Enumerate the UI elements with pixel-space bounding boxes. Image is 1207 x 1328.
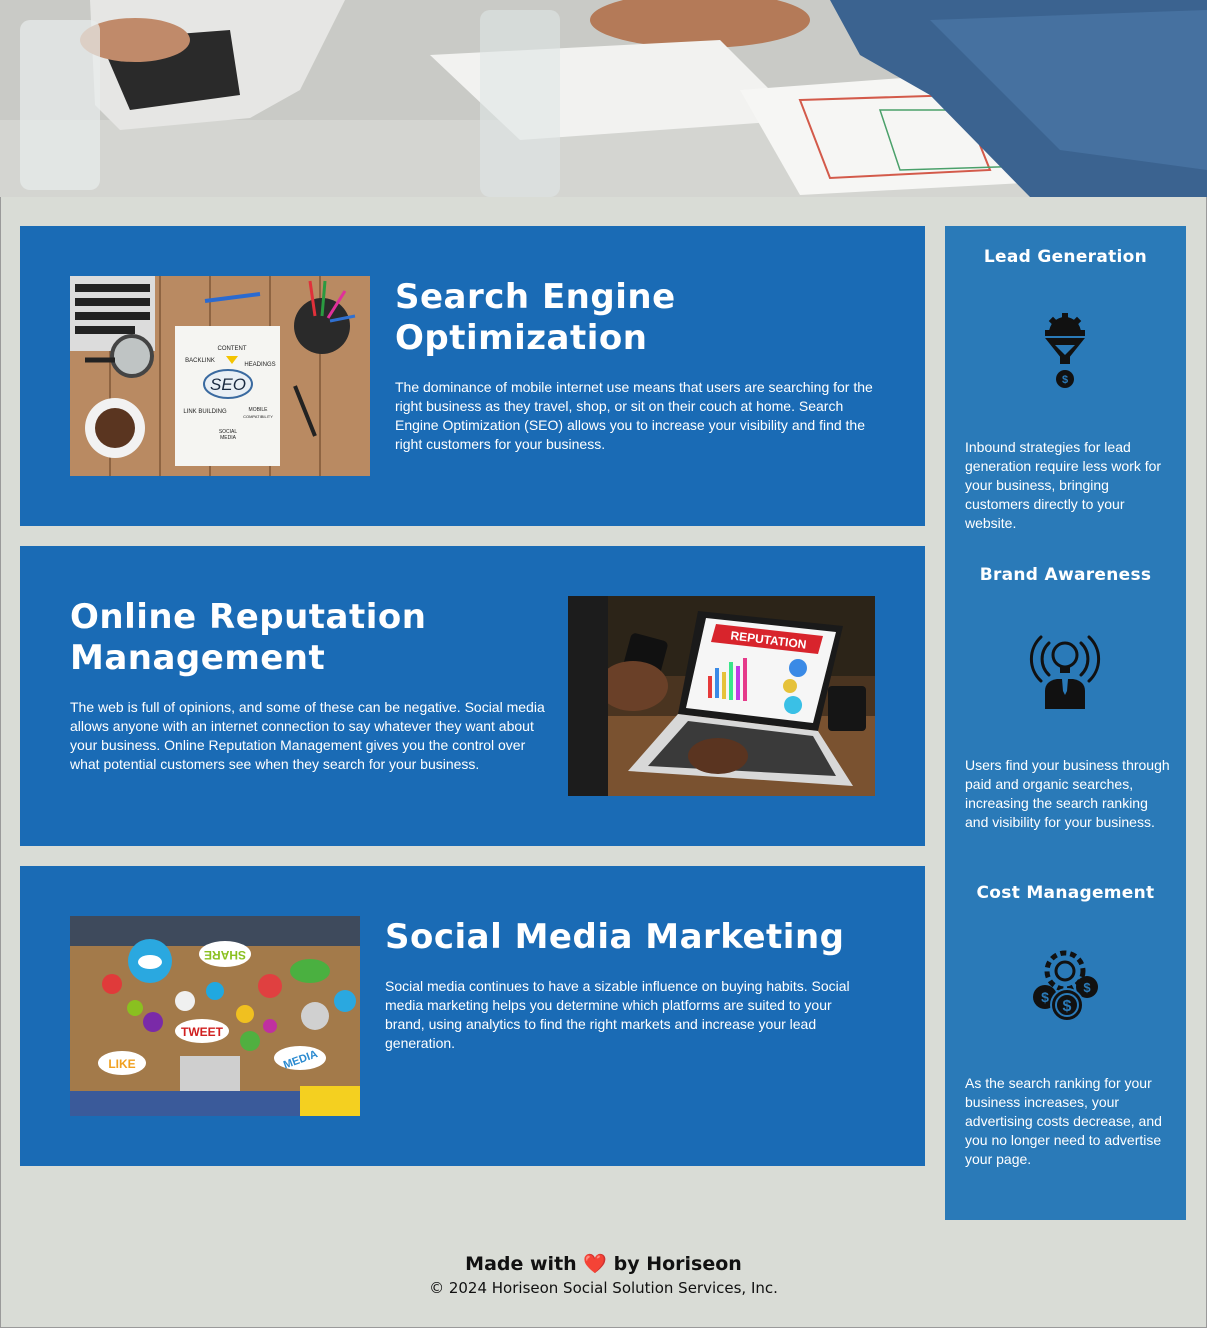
seo-title: Search Engine Optimization — [395, 277, 676, 358]
brand-awareness-title: Brand Awareness — [979, 565, 1152, 585]
cost-management-icon: $ $ $ — [1025, 947, 1105, 1027]
seo-image-compatibility: COMPATIBILITY — [243, 414, 273, 419]
seo-image-mobile: MOBILE — [249, 407, 269, 413]
seo-description: The dominance of mobile internet use mea… — [395, 379, 873, 452]
copyright: © 2024 Horiseon Social Solution Services… — [429, 1279, 778, 1297]
made-with-line: Made with ❤️ by Horiseon — [0, 1250, 1207, 1278]
seo-image-link-building: LINK BUILDING — [183, 409, 227, 415]
cost-management-title: Cost Management — [976, 883, 1155, 903]
brand-awareness-description: Users find your business through paid an… — [965, 757, 1170, 830]
social-media-image: SHARE TWEET LIKE MEDIA — [70, 916, 360, 1116]
reputation-image: REPUTATION — [568, 596, 875, 796]
footer: Made with ❤️ by Horiseon © 2024 Horiseon… — [0, 1250, 1207, 1298]
heart-icon: ❤️ — [583, 1253, 607, 1275]
cost-management-description: As the search ranking for your business … — [965, 1075, 1162, 1167]
social-title: Social Media Marketing — [385, 917, 845, 957]
brand-awareness-icon — [1025, 629, 1105, 709]
service-card-social: SHARE TWEET LIKE MEDIA Social Media Mark… — [20, 866, 925, 1166]
made-with-suffix: by Horiseon — [613, 1253, 742, 1275]
hero-image — [0, 0, 1207, 197]
social-description: Social media continues to have a sizable… — [385, 978, 850, 1051]
svg-text:$: $ — [1063, 998, 1072, 1015]
social-image-share: SHARE — [204, 948, 246, 962]
seo-image-backlink: BACKLINK — [185, 358, 215, 364]
seo-image-content: CONTENT — [218, 346, 247, 352]
svg-text:$: $ — [1062, 374, 1068, 386]
service-card-seo: SEO CONTENT BACKLINK HEADINGS LINK BUILD… — [20, 226, 925, 526]
seo-image-seo: SEO — [210, 375, 246, 394]
seo-image-headings: HEADINGS — [244, 362, 275, 368]
reputation-title: Online Reputation Management — [70, 597, 427, 678]
svg-text:$: $ — [1083, 980, 1091, 995]
seo-image: SEO CONTENT BACKLINK HEADINGS LINK BUILD… — [70, 276, 370, 476]
social-image-tweet: TWEET — [181, 1025, 224, 1039]
reputation-description: The web is full of opinions, and some of… — [70, 699, 545, 772]
benefit-brand-awareness: Brand Awareness Users find your business… — [945, 564, 1186, 864]
lead-generation-description: Inbound strategies for lead generation r… — [965, 439, 1162, 531]
svg-text:$: $ — [1041, 989, 1049, 1005]
benefit-cost-management: Cost Management $ $ $ As the search rank… — [945, 882, 1186, 1202]
benefit-lead-generation: Lead Generation $ Inbound strategies for… — [945, 246, 1186, 546]
made-with-prefix: Made with — [465, 1253, 577, 1275]
lead-generation-icon: $ — [1025, 311, 1105, 391]
hero-photo — [0, 0, 1207, 197]
benefits-sidebar: Lead Generation $ Inbound strategies for… — [945, 226, 1186, 1220]
lead-generation-title: Lead Generation — [983, 247, 1148, 267]
service-card-reputation: Online Reputation Management The web is … — [20, 546, 925, 846]
social-image-like: LIKE — [108, 1057, 135, 1071]
seo-image-media: MEDIA — [220, 435, 237, 441]
